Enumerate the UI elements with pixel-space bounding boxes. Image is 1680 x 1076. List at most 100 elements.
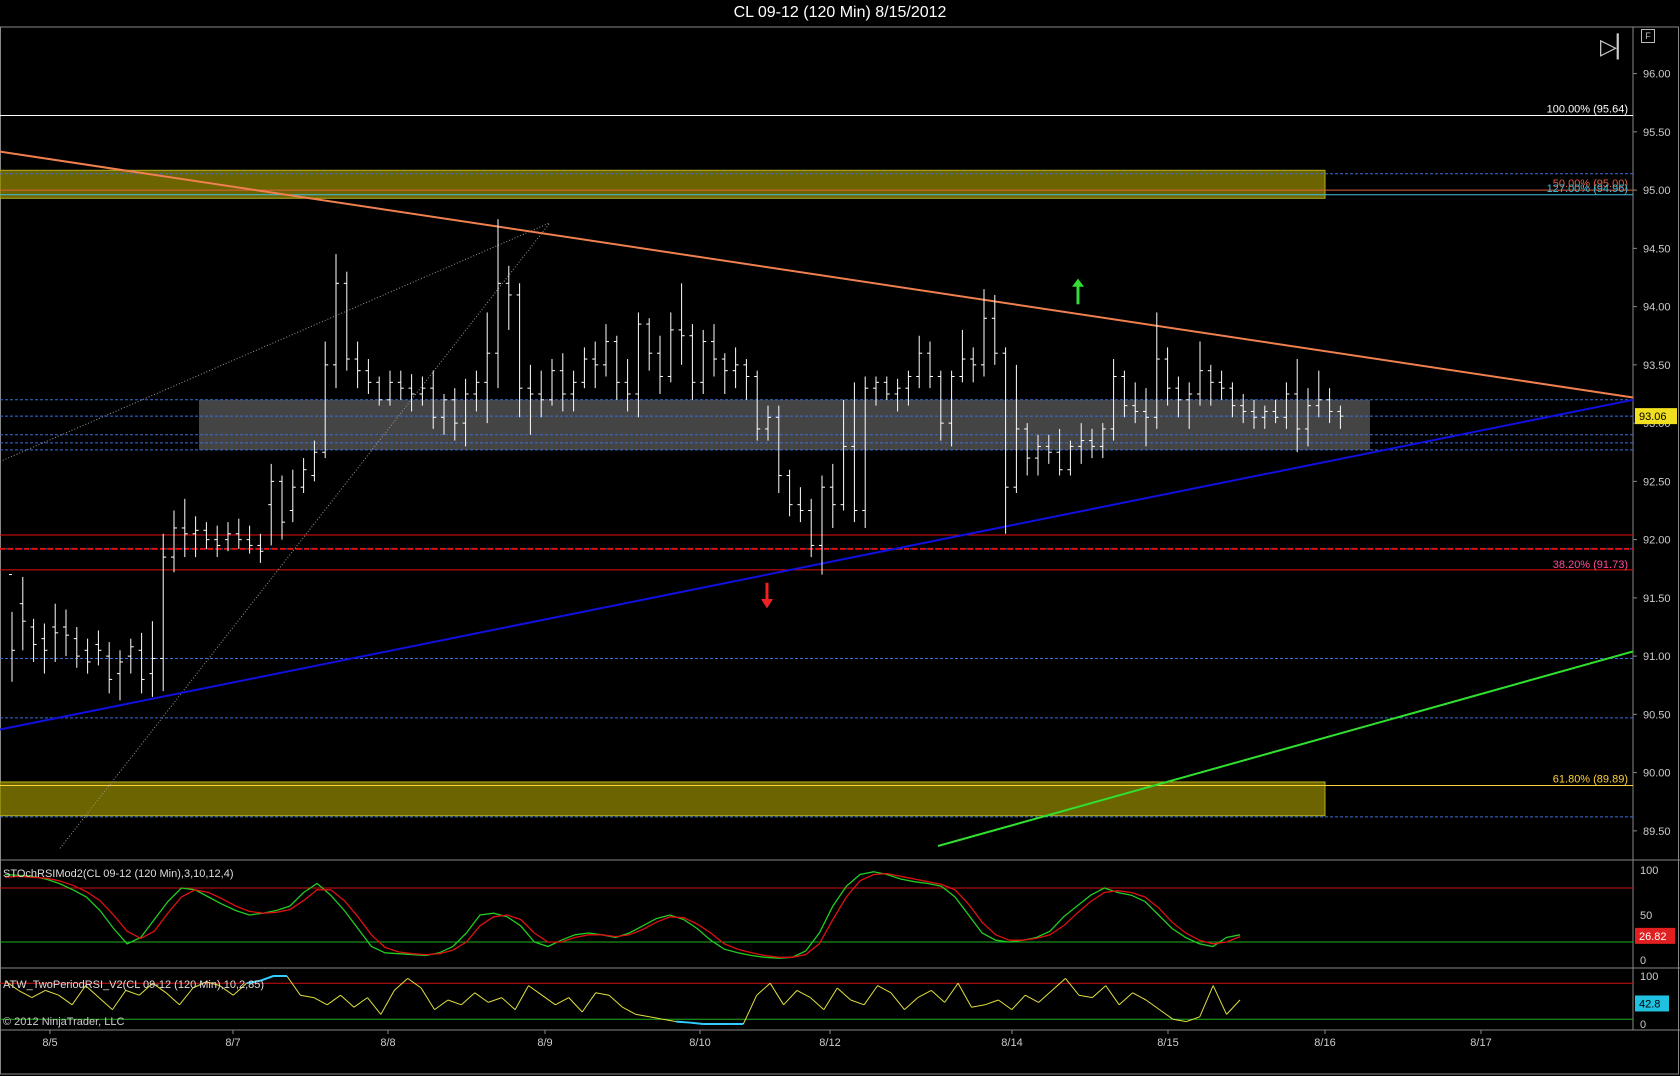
rsi-segment	[957, 982, 972, 1008]
rsi-segment	[1159, 1009, 1174, 1020]
rsi-segment	[541, 994, 556, 1006]
rsi-segment	[971, 1004, 986, 1008]
rsi-segment	[1078, 994, 1093, 999]
fib-zone	[0, 169, 1326, 199]
rsi-segment	[474, 992, 489, 1003]
rsi-segment	[998, 999, 1013, 1011]
rsi-segment	[984, 999, 999, 1006]
up-arrow-head	[1072, 278, 1084, 287]
ohlc-bar	[862, 376, 869, 528]
price-panel: 100.00% (95.64)50.00% (95.00)127.00% (94…	[0, 69, 1677, 849]
fib-label: 38.20% (91.73)	[1553, 559, 1628, 571]
ohlc-bar	[1164, 347, 1171, 406]
ohlc-bar	[9, 574, 15, 682]
time-axis: 8/5 8/7 8/8 8/9 8/10 8/12 8/14 8/15 8/16 8/17	[42, 1030, 1492, 1049]
ohlc-bar	[786, 469, 793, 517]
f-box-icon[interactable]: F	[1641, 29, 1655, 43]
rsi-segment	[447, 999, 462, 1006]
ohlc-bar	[797, 487, 804, 523]
ohlc-bar	[279, 475, 285, 540]
rsi-segment	[313, 997, 328, 1006]
rsi-tick-label: 0	[1640, 1019, 1646, 1031]
rsi-segment	[635, 1013, 650, 1018]
rsi-segment	[393, 978, 409, 991]
fan-line	[59, 222, 551, 849]
rsi-segment	[944, 982, 959, 1003]
price-tick-label: 94.50	[1643, 243, 1671, 255]
stochrsi-panel: STOchRSIMod2(CL 09-12 (120 Min),3,10,12,…	[0, 865, 1675, 967]
rsi-segment	[300, 994, 314, 999]
chart-canvas[interactable]: 100.00% (95.64)50.00% (95.00)127.00% (94…	[0, 0, 1680, 1076]
rsi-segment	[514, 985, 529, 1010]
ohlc-bar	[149, 621, 156, 697]
ohlc-bar	[819, 475, 825, 575]
ohlc-bar	[581, 347, 588, 389]
price-tick-label: 93.50	[1643, 360, 1671, 372]
ohlc-bar	[117, 650, 123, 701]
rsi-segment	[877, 985, 892, 994]
rsi-segment	[850, 999, 865, 1006]
ohlc-bar	[970, 347, 977, 383]
rsi-segment	[58, 994, 73, 1006]
ohlc-bar	[721, 353, 728, 394]
ohlc-bar	[505, 265, 512, 330]
rsi-segment	[810, 997, 825, 1010]
ohlc-bar	[743, 359, 750, 400]
time-tick-label: 8/5	[42, 1037, 57, 1049]
ohlc-bar	[63, 609, 69, 657]
ohlc-bar	[235, 518, 242, 549]
price-tick-label: 96.00	[1643, 69, 1671, 81]
rsi-segment	[930, 990, 946, 1003]
price-tick-label: 92.50	[1643, 476, 1671, 488]
rsi-segment	[434, 999, 449, 1011]
time-tick-label: 8/9	[537, 1037, 552, 1049]
price-tick-label: 89.50	[1643, 826, 1671, 838]
time-tick-label: 8/10	[689, 1037, 710, 1049]
rsi-segment	[676, 1020, 690, 1024]
skip-to-end-icon[interactable]: ▷▏	[1600, 34, 1634, 60]
copyright-text: © 2012 NinjaTrader, LLC	[3, 1016, 125, 1028]
down-arrow-head	[761, 599, 773, 609]
ohlc-bar	[1218, 370, 1225, 400]
rsi-segment	[18, 989, 33, 999]
ohlc-bar	[549, 359, 555, 406]
rsi-segment	[904, 997, 919, 1010]
ohlc-bar	[700, 329, 707, 394]
two-period-rsi-panel: ATW_TwoPeriodRSI_V2(CL 09-12 (120 Min),1…	[0, 971, 1669, 1031]
rsi-segment	[326, 994, 341, 1006]
rsi-segment	[1226, 999, 1241, 1015]
ohlc-bar	[214, 525, 221, 558]
ohlc-bar	[354, 341, 361, 389]
ohlc-bar	[192, 516, 199, 558]
rsi-segment	[622, 1006, 637, 1015]
stoch-value-label: 26.82	[1639, 931, 1667, 943]
last-price-label: 93.06	[1639, 411, 1667, 423]
ohlc-bar	[397, 370, 404, 400]
rsi-segment	[165, 992, 180, 1006]
ohlc-bar	[991, 294, 998, 365]
rsi-segment	[1065, 978, 1080, 996]
ohlc-bar	[268, 463, 275, 546]
ohlc-bar	[927, 341, 933, 389]
price-tick-label: 90.50	[1643, 709, 1671, 721]
ohlc-bar	[981, 289, 987, 377]
fib-zone	[0, 781, 1326, 817]
rsi-segment	[45, 989, 59, 996]
rsi-segment	[461, 992, 476, 1006]
rsi-segment	[1199, 985, 1214, 1017]
ohlc-bar	[365, 359, 372, 394]
ohlc-bar	[333, 254, 339, 389]
ohlc-bar	[495, 219, 501, 389]
rsi-segment	[1145, 999, 1160, 1011]
rsi-segment	[568, 997, 583, 1013]
price-tick-label: 90.00	[1643, 768, 1671, 780]
rsi-segment	[823, 987, 838, 1010]
rsi-segment	[863, 985, 878, 1006]
rsi-segment	[286, 975, 301, 996]
up-arrow-icon	[1072, 278, 1084, 305]
rsi-segment	[608, 994, 623, 1008]
ohlc-bar	[1197, 341, 1203, 406]
rsi-segment	[111, 990, 127, 1010]
fib-label: 100.00% (95.64)	[1547, 104, 1628, 116]
ohlc-bar	[603, 324, 609, 377]
